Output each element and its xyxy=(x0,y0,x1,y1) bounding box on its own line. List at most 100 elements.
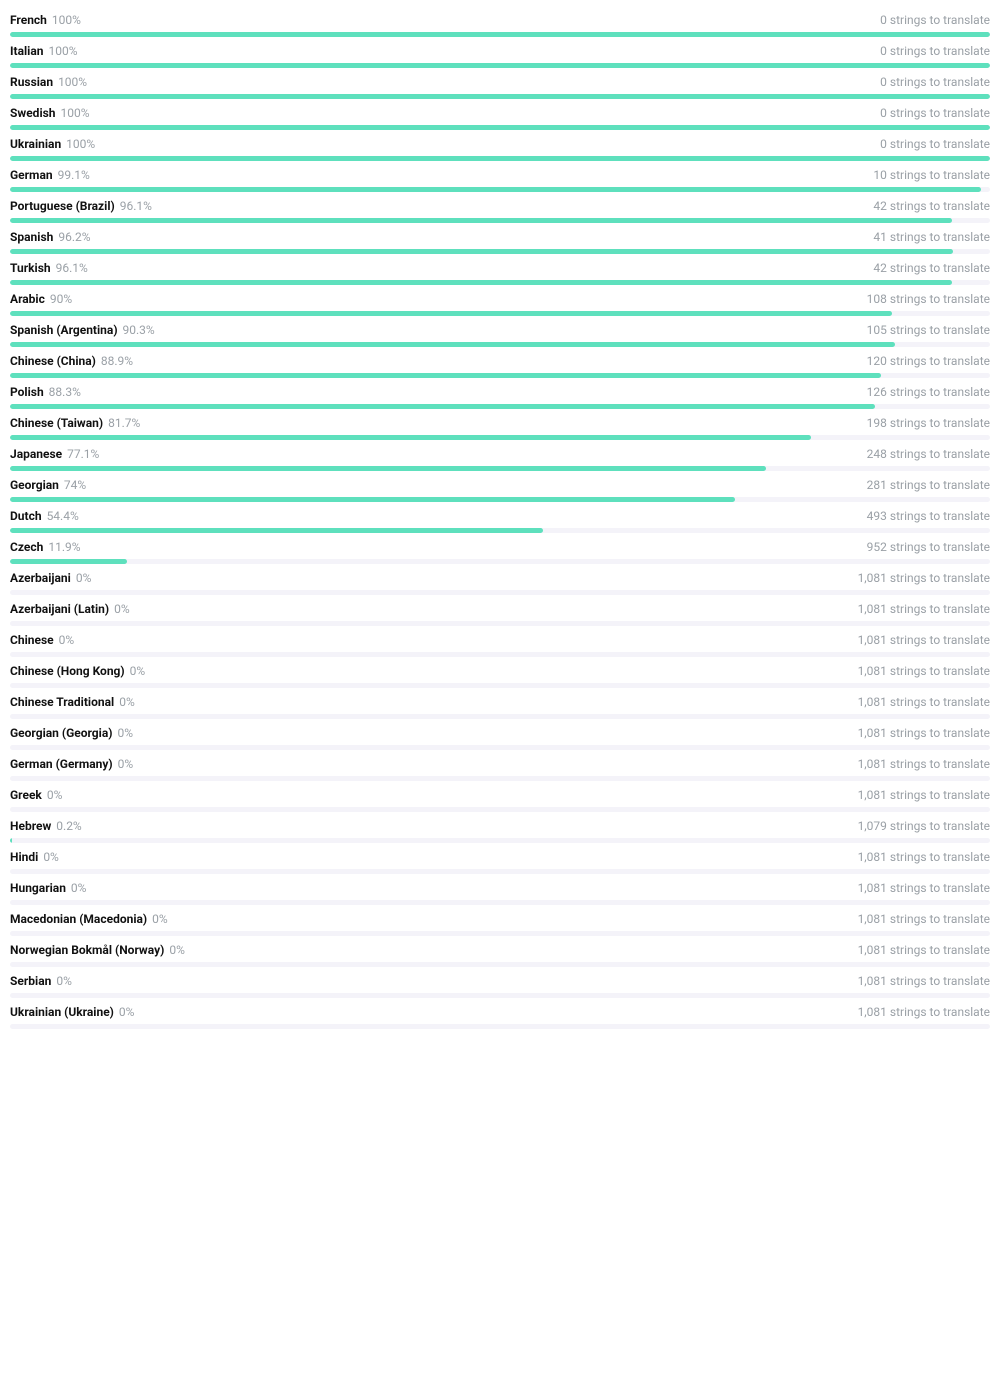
language-left: Chinese Traditional0% xyxy=(10,695,135,709)
language-name[interactable]: Ukrainian (Ukraine) xyxy=(10,1005,114,1019)
language-row[interactable]: Chinese Traditional0%1,081 strings to tr… xyxy=(10,688,990,719)
remaining-suffix: strings to translate xyxy=(890,416,990,430)
language-name[interactable]: Ukrainian xyxy=(10,137,61,151)
language-name[interactable]: German (Germany) xyxy=(10,757,113,771)
language-left: Chinese 0% xyxy=(10,633,74,647)
language-row[interactable]: Norwegian Bokmål (Norway)0% 1,081 strings… xyxy=(10,936,990,967)
language-percentage: 90% xyxy=(50,292,72,306)
remaining-count: 42 xyxy=(873,199,887,213)
language-row[interactable]: Chinese (Taiwan)81.7%198 strings to tran… xyxy=(10,409,990,440)
language-name[interactable]: Czech xyxy=(10,540,43,554)
language-name[interactable]: Chinese (China) xyxy=(10,354,96,368)
language-row[interactable]: Dutch54.4%493 strings to translate xyxy=(10,502,990,533)
language-left: Polish88.3% xyxy=(10,385,81,399)
language-header: Ukrainian (Ukraine)0%1,081 strings to tr… xyxy=(10,1005,990,1019)
language-row[interactable]: Macedonian (Macedonia)0%1,081 strings to… xyxy=(10,905,990,936)
language-row[interactable]: Russian100%0 strings to translate xyxy=(10,68,990,99)
language-name[interactable]: French xyxy=(10,13,47,27)
language-row[interactable]: Chinese0%1,081 strings to translate xyxy=(10,626,990,657)
language-name[interactable]: Russian xyxy=(10,75,53,89)
language-row[interactable]: Hebrew0.2%1,079 strings to translate xyxy=(10,812,990,843)
language-row[interactable]: Hungarian0%1,081 strings to translate xyxy=(10,874,990,905)
language-percentage: 90.3% xyxy=(123,323,155,337)
language-name[interactable]: Georgian (Georgia) xyxy=(10,726,112,740)
language-left: Macedonian (Macedonia)0% xyxy=(10,912,168,926)
language-header: German99.1%10 strings to translate xyxy=(10,168,990,182)
language-name[interactable]: Chinese (Taiwan) xyxy=(10,416,103,430)
language-name[interactable]: Azerbaijani xyxy=(10,571,71,585)
remaining-suffix: strings to translate xyxy=(890,261,990,275)
language-name[interactable]: Azerbaijani (Latin) xyxy=(10,602,109,616)
language-percentage: 0% xyxy=(59,633,75,647)
language-row[interactable]: Ukrainian100%0 strings to translate xyxy=(10,130,990,161)
language-name[interactable]: Spanish xyxy=(10,230,53,244)
language-name[interactable]: Norwegian Bokmål (Norway) xyxy=(10,943,164,957)
language-header: Macedonian (Macedonia)0%1,081 strings to… xyxy=(10,912,990,926)
language-row[interactable]: Hindi0%1,081 strings to translate xyxy=(10,843,990,874)
language-name[interactable]: Hebrew xyxy=(10,819,51,833)
language-name[interactable]: German xyxy=(10,168,53,182)
language-name[interactable]: Georgian xyxy=(10,478,59,492)
language-name[interactable]: Hungarian xyxy=(10,881,66,895)
language-name[interactable]: Italian xyxy=(10,44,44,58)
strings-remaining: 105 strings to translate xyxy=(867,323,990,337)
language-row[interactable]: Spanish96.2% 41 strings to translate xyxy=(10,223,990,254)
language-row[interactable]: German99.1%10 strings to translate xyxy=(10,161,990,192)
language-row[interactable]: Spanish (Argentina) 90.3% 105 strings to t… xyxy=(10,316,990,347)
language-row[interactable]: Chinese (China)88.9%120 strings to trans… xyxy=(10,347,990,378)
language-percentage: 0% xyxy=(119,1005,135,1019)
language-header: Russian100%0 strings to translate xyxy=(10,75,990,89)
language-row[interactable]: Japanese77.1%248 strings to translate xyxy=(10,440,990,471)
language-name[interactable]: Portuguese (Brazil) xyxy=(10,199,115,213)
language-name[interactable]: Chinese xyxy=(10,633,54,647)
language-left: Georgian74% xyxy=(10,478,86,492)
language-row[interactable]: Georgian (Georgia)0%1,081 strings to tra… xyxy=(10,719,990,750)
language-percentage: 99.1% xyxy=(58,168,90,182)
language-row[interactable]: Swedish100%0 strings to translate xyxy=(10,99,990,130)
language-row[interactable]: Azerbaijani (Latin)0%1,081 strings to tr… xyxy=(10,595,990,626)
language-name[interactable]: Turkish xyxy=(10,261,51,275)
language-name[interactable]: Polish xyxy=(10,385,44,399)
language-name[interactable]: Dutch xyxy=(10,509,42,523)
language-name[interactable]: Arabic xyxy=(10,292,45,306)
language-left: Chinese (China)88.9% xyxy=(10,354,133,368)
remaining-suffix: strings to translate xyxy=(890,509,990,523)
language-row[interactable]: Ukrainian (Ukraine)0%1,081 strings to tr… xyxy=(10,998,990,1029)
language-name[interactable]: Japanese xyxy=(10,447,62,461)
language-row[interactable]: German (Germany)0%1,081 strings to trans… xyxy=(10,750,990,781)
language-left: Spanish96.2% xyxy=(10,230,91,244)
language-row[interactable]: Azerbaijani0%1,081 strings to translate xyxy=(10,564,990,595)
language-left: Ukrainian (Ukraine) 0% xyxy=(10,1005,134,1019)
remaining-count: 1,081 xyxy=(858,788,887,802)
remaining-count: 281 xyxy=(867,478,887,492)
language-name[interactable]: Swedish xyxy=(10,106,56,120)
language-row[interactable]: Polish88.3%126 strings to translate xyxy=(10,378,990,409)
strings-remaining: 281 strings to translate xyxy=(867,478,990,492)
language-left: Norwegian Bokmål (Norway)0% xyxy=(10,943,185,957)
language-name[interactable]: Chinese Traditional xyxy=(10,695,114,709)
strings-remaining: 41 strings to translate xyxy=(873,230,990,244)
language-name[interactable]: Chinese (Hong Kong) xyxy=(10,664,125,678)
language-row[interactable]: Arabic90%108 strings to translate xyxy=(10,285,990,316)
language-name[interactable]: Serbian xyxy=(10,974,51,988)
language-row[interactable]: Turkish96.1%42 strings to translate xyxy=(10,254,990,285)
language-left: Arabic 90% xyxy=(10,292,72,306)
strings-remaining: 1,081 strings to translate xyxy=(858,943,990,957)
language-name[interactable]: Greek xyxy=(10,788,42,802)
language-header: Czech11.9%952 strings to translate xyxy=(10,540,990,554)
language-row[interactable]: Portuguese (Brazil)96.1%42 strings to tr… xyxy=(10,192,990,223)
language-row[interactable]: Czech11.9%952 strings to translate xyxy=(10,533,990,564)
language-header: Georgian74% 281 strings to translate xyxy=(10,478,990,492)
language-row[interactable]: Italian100%0 strings to translate xyxy=(10,37,990,68)
remaining-count: 42 xyxy=(873,261,887,275)
language-row[interactable]: Greek0%1,081 strings to translate xyxy=(10,781,990,812)
language-row[interactable]: Serbian0%1,081 strings to translate xyxy=(10,967,990,998)
language-row[interactable]: Chinese (Hong Kong)0%1,081 strings to tr… xyxy=(10,657,990,688)
language-percentage: 100% xyxy=(52,13,81,27)
language-header: Turkish96.1%42 strings to translate xyxy=(10,261,990,275)
language-row[interactable]: French100%0 strings to translate xyxy=(10,6,990,37)
language-name[interactable]: Hindi xyxy=(10,850,38,864)
language-name[interactable]: Macedonian (Macedonia) xyxy=(10,912,147,926)
language-name[interactable]: Spanish (Argentina) xyxy=(10,323,118,337)
language-row[interactable]: Georgian74% 281 strings to translate xyxy=(10,471,990,502)
